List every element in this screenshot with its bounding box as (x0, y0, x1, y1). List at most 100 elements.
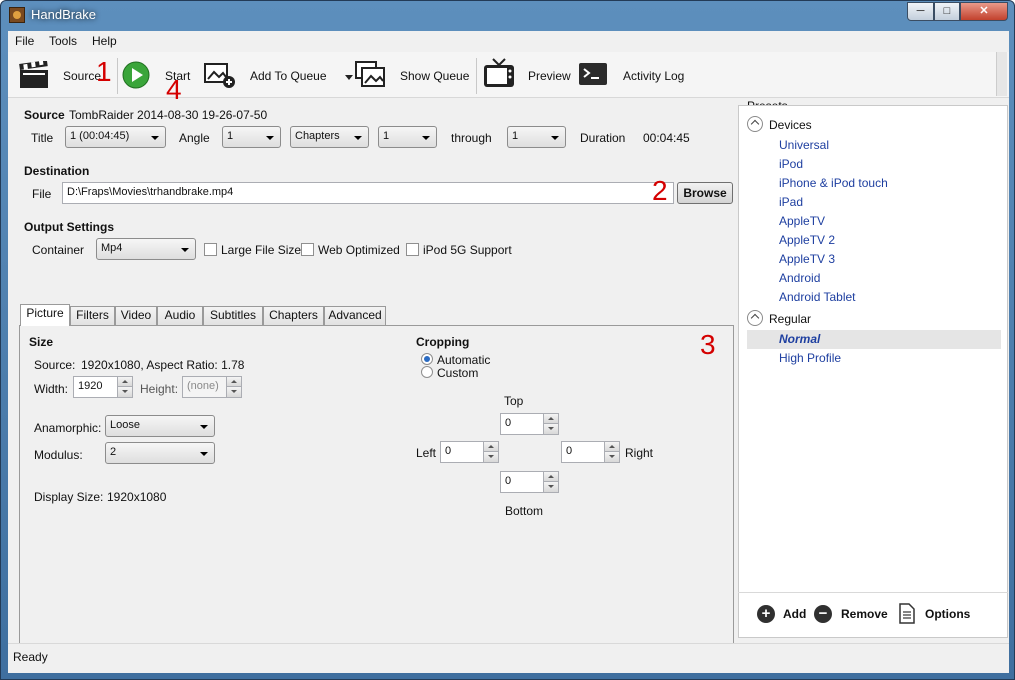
preset-options-button[interactable]: Options (899, 593, 999, 639)
tab-subtitles[interactable]: Subtitles (203, 306, 263, 325)
spin-down-icon[interactable] (226, 387, 241, 397)
chevron-down-icon[interactable] (345, 75, 353, 80)
height-stepper[interactable]: (none) (182, 376, 242, 398)
destination-heading: Destination (24, 164, 90, 178)
modulus-select[interactable]: 2 (105, 442, 215, 464)
remove-preset-button[interactable]: − Remove (814, 593, 894, 639)
menu-file[interactable]: File (15, 34, 34, 48)
spin-down-icon[interactable] (543, 482, 558, 492)
presets-actions: + Add − Remove Options (738, 592, 1008, 638)
collapse-regular-icon[interactable] (747, 310, 763, 326)
large-file-size-checkbox[interactable] (204, 243, 217, 256)
preset-options-label: Options (925, 607, 971, 621)
ipod-5g-checkbox[interactable] (406, 243, 419, 256)
preset-group-devices[interactable]: Devices (769, 118, 812, 132)
close-button[interactable]: ✕ (960, 2, 1008, 21)
preset-appletv-3[interactable]: AppleTV 3 (779, 252, 835, 266)
maximize-button[interactable]: □ (934, 2, 960, 21)
menu-help[interactable]: Help (92, 34, 117, 48)
duration-label: Duration (580, 131, 626, 145)
preset-universal[interactable]: Universal (779, 138, 829, 152)
minimize-button[interactable]: ─ (907, 2, 934, 21)
spin-up-icon[interactable] (604, 442, 619, 452)
crop-custom-radio[interactable] (421, 366, 433, 378)
crop-bottom-stepper[interactable]: 0 (500, 471, 559, 493)
crop-top-stepper[interactable]: 0 (500, 413, 559, 435)
title-bar[interactable]: HandBrake ─ □ ✕ (1, 1, 1015, 31)
spin-up-icon[interactable] (483, 442, 498, 452)
annotation-3: 3 (700, 329, 716, 360)
anamorphic-select[interactable]: Loose (105, 415, 215, 437)
web-optimized-checkbox[interactable] (301, 243, 314, 256)
crop-left-stepper[interactable]: 0 (440, 441, 499, 463)
width-label: Width: (34, 382, 69, 396)
spin-up-icon[interactable] (543, 414, 558, 424)
spin-down-icon[interactable] (604, 452, 619, 462)
height-value: (none) (187, 380, 219, 392)
container-select[interactable]: Mp4 (96, 238, 196, 260)
tab-audio[interactable]: Audio (157, 306, 203, 325)
activity-log-button[interactable]: Activity Log (579, 58, 709, 94)
range-mode-select[interactable]: Chapters (290, 126, 369, 148)
crop-automatic-label: Automatic (437, 353, 491, 367)
handbrake-app-icon (9, 7, 25, 23)
chevron-down-icon (200, 452, 208, 456)
through-label: through (451, 131, 492, 145)
preview-button[interactable]: Preview (483, 56, 573, 94)
show-queue-button[interactable]: Show Queue (355, 58, 470, 94)
spin-up-icon[interactable] (117, 377, 132, 387)
range-start-value: 1 (383, 130, 390, 142)
toolbar-scrollbar[interactable] (996, 52, 1007, 96)
tab-picture[interactable]: Picture (20, 304, 70, 326)
spin-up-icon[interactable] (226, 377, 241, 387)
crop-custom-label: Custom (437, 366, 479, 380)
range-start-select[interactable]: 1 (378, 126, 437, 148)
preset-ipod[interactable]: iPod (779, 157, 803, 171)
preset-normal[interactable]: Normal (779, 332, 820, 346)
preset-appletv-2[interactable]: AppleTV 2 (779, 233, 835, 247)
status-text: Ready (13, 650, 48, 664)
preset-high-profile[interactable]: High Profile (779, 351, 841, 365)
range-end-select[interactable]: 1 (507, 126, 566, 148)
preset-android-tablet[interactable]: Android Tablet (779, 290, 856, 304)
crop-automatic-radio[interactable] (421, 353, 433, 365)
spin-up-icon[interactable] (543, 472, 558, 482)
angle-select[interactable]: 1 (222, 126, 281, 148)
chevron-down-icon (151, 136, 159, 140)
add-preset-button[interactable]: + Add (755, 593, 817, 639)
crop-right-label: Right (625, 446, 654, 460)
title-select[interactable]: 1 (00:04:45) (65, 126, 166, 148)
picture-source-label: Source: (34, 358, 76, 372)
spin-down-icon[interactable] (483, 452, 498, 462)
crop-right-stepper[interactable]: 0 (561, 441, 620, 463)
preset-ipad[interactable]: iPad (779, 195, 803, 209)
preset-appletv[interactable]: AppleTV (779, 214, 825, 228)
destination-file-field[interactable]: D:\Fraps\Movies\trhandbrake.mp4 (62, 182, 674, 204)
spin-down-icon[interactable] (543, 424, 558, 434)
chevron-down-icon (266, 136, 274, 140)
add-to-queue-button[interactable]: Add To Queue (204, 58, 353, 94)
angle-select-value: 1 (227, 130, 234, 142)
browse-button[interactable]: Browse (677, 182, 733, 204)
menu-tools[interactable]: Tools (49, 34, 77, 48)
range-mode-value: Chapters (295, 130, 340, 142)
add-to-queue-label: Add To Queue (250, 69, 327, 83)
preview-label: Preview (528, 69, 571, 83)
crop-left-label: Left (416, 446, 437, 460)
preset-group-regular[interactable]: Regular (769, 312, 811, 326)
width-stepper[interactable]: 1920 (73, 376, 133, 398)
crop-bottom-label: Bottom (505, 504, 544, 518)
tab-video[interactable]: Video (115, 306, 157, 325)
preset-android[interactable]: Android (779, 271, 820, 285)
ipod-5g-label: iPod 5G Support (423, 243, 512, 257)
tab-chapters[interactable]: Chapters (263, 306, 324, 325)
tab-filters[interactable]: Filters (70, 306, 115, 325)
preset-iphone-ipod-touch[interactable]: iPhone & iPod touch (779, 176, 888, 190)
tab-advanced[interactable]: Advanced (324, 306, 386, 325)
show-queue-label: Show Queue (400, 69, 470, 83)
source-heading: Source (24, 108, 65, 122)
collapse-devices-icon[interactable] (747, 116, 763, 132)
start-button[interactable]: Start (122, 58, 194, 94)
spin-down-icon[interactable] (117, 387, 132, 397)
picture-tab-panel: Size Source: 1920x1080, Aspect Ratio: 1.… (19, 325, 734, 665)
